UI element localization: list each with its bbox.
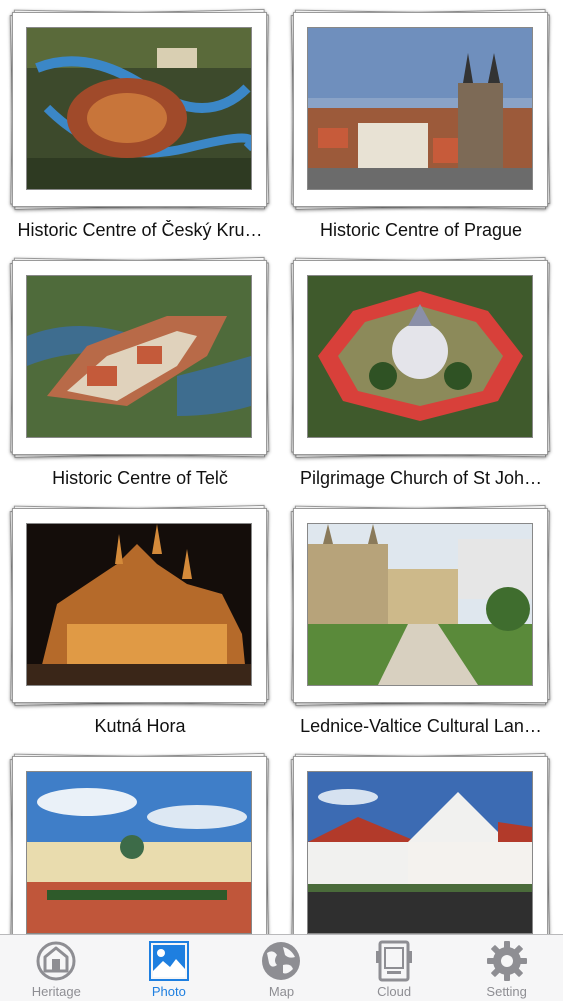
- photo-caption: Historic Centre of Telč: [52, 468, 228, 488]
- photo-frame: [290, 504, 551, 707]
- photo-card-kutna-hora[interactable]: Kutná Hora: [0, 496, 281, 744]
- photo-thumbnail: [307, 275, 533, 438]
- tab-photo[interactable]: Photo: [113, 935, 226, 1001]
- photo-frame: [9, 504, 270, 707]
- photo-grid: Historic Centre of Český Kru… Historic C…: [0, 0, 563, 934]
- photo-frame: [9, 8, 270, 211]
- photo-card-telc[interactable]: Historic Centre of Telč: [0, 248, 281, 496]
- tab-map[interactable]: Map: [225, 935, 338, 1001]
- photo-thumbnail: [307, 771, 533, 934]
- photo-thumbnail: [26, 27, 252, 190]
- photo-thumbnail: [307, 27, 533, 190]
- tab-label: Cloud: [377, 984, 412, 999]
- photo-frame: [9, 256, 270, 459]
- tab-bar: Heritage Photo Map Cloud Setting: [0, 934, 563, 1001]
- tab-cloud[interactable]: Cloud: [338, 935, 451, 1001]
- cloud-icon: [376, 940, 413, 982]
- photo-card-st-john[interactable]: Pilgrimage Church of St Joh…: [281, 248, 562, 496]
- photo-thumbnail: [26, 523, 252, 686]
- photo-caption: Pilgrimage Church of St Joh…: [299, 468, 543, 488]
- photo-frame: [290, 752, 551, 934]
- gear-icon: [486, 941, 527, 981]
- photo-icon: [148, 941, 189, 981]
- tab-label: Heritage: [31, 984, 81, 999]
- photo-caption: Historic Centre of Český Kru…: [17, 220, 263, 240]
- photo-frame: [290, 256, 551, 459]
- tab-label: Map: [268, 984, 295, 999]
- tab-setting[interactable]: Setting: [450, 935, 563, 1001]
- tab-heritage[interactable]: Heritage: [0, 935, 113, 1001]
- photo-card[interactable]: [281, 744, 562, 934]
- photo-caption: Kutná Hora: [94, 716, 186, 736]
- photo-card-lednice-valtice[interactable]: Lednice-Valtice Cultural Lan…: [281, 496, 562, 744]
- photo-caption: Lednice-Valtice Cultural Lan…: [300, 716, 542, 736]
- photo-caption: Historic Centre of Prague: [319, 220, 523, 240]
- photo-thumbnail: [307, 523, 533, 686]
- photo-frame: [290, 8, 551, 211]
- tab-label: Photo: [151, 984, 186, 999]
- tab-label: Setting: [486, 984, 527, 999]
- photo-thumbnail: [26, 275, 252, 438]
- photo-card[interactable]: [0, 744, 281, 934]
- photo-thumbnail: [26, 771, 252, 934]
- photo-frame: [9, 752, 270, 934]
- globe-icon: [262, 942, 301, 980]
- photo-card-prague[interactable]: Historic Centre of Prague: [281, 0, 562, 248]
- photo-card-cesky-krumlov[interactable]: Historic Centre of Český Kru…: [0, 0, 281, 248]
- heritage-icon: [36, 941, 76, 981]
